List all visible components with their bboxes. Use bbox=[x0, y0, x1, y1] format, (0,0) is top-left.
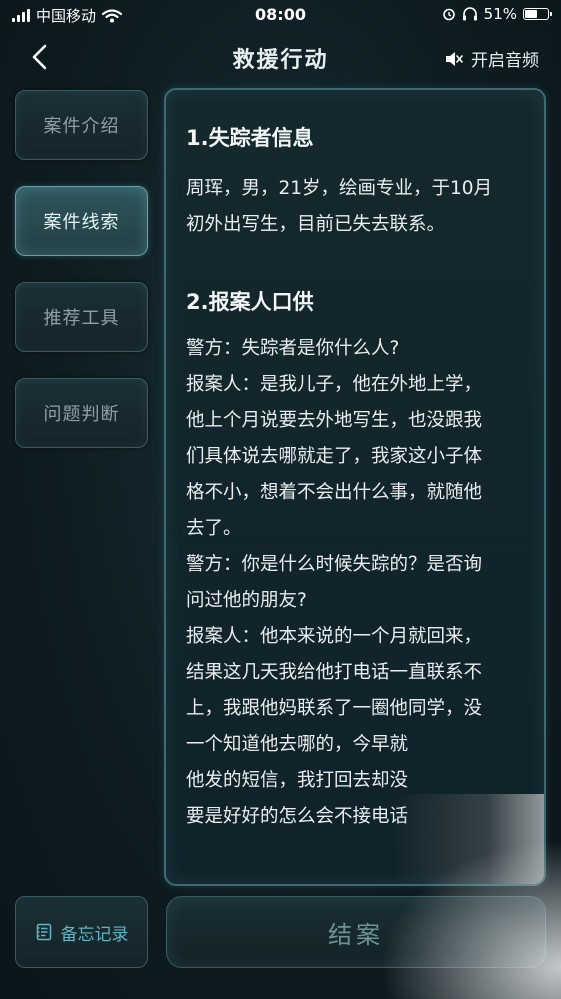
memo-label: 备忘记录 bbox=[60, 924, 129, 945]
close-case-label: 结案 bbox=[328, 920, 384, 949]
text-line: 警方：你是什么时候失踪的？是否询 bbox=[186, 554, 483, 575]
sidebar-item-case-clues[interactable]: 案件线索 bbox=[15, 186, 148, 256]
sidebar-item-question-judgment[interactable]: 问题判断 bbox=[15, 378, 148, 448]
status-bar: 中国移动 08:00 51% bbox=[0, 0, 561, 30]
audio-toggle-button[interactable]: 开启音频 bbox=[445, 46, 539, 71]
text-line: 报案人：他本来说的一个月就回来， bbox=[186, 626, 483, 647]
text-line: 他发的短信，我打回去却没 bbox=[186, 770, 409, 791]
text-line: 周珲，男，21岁，绘画专业，于10月 bbox=[186, 178, 493, 199]
sidebar-item-label: 推荐工具 bbox=[43, 308, 120, 329]
text-line: 要是好好的怎么会不接电话 bbox=[186, 806, 409, 827]
nav-bar: 救援行动 开启音频 bbox=[0, 30, 561, 86]
sidebar-item-label: 问题判断 bbox=[43, 404, 120, 425]
content-body: 1.失踪者信息 周珲，男，21岁，绘画专业，于10月 初外出写生，目前已失去联系… bbox=[186, 123, 526, 835]
sidebar-item-case-intro[interactable]: 案件介绍 bbox=[15, 90, 148, 160]
text-line: 结果这几天我给他打电话一直联系不 bbox=[186, 662, 483, 683]
close-case-button[interactable]: 结案 bbox=[166, 896, 546, 968]
speaker-muted-icon bbox=[446, 51, 463, 66]
text-line: 初外出写生，目前已失去联系。 bbox=[186, 214, 446, 235]
content-panel[interactable]: 1.失踪者信息 周珲，男，21岁，绘画专业，于10月 初外出写生，目前已失去联系… bbox=[164, 88, 546, 886]
sidebar-item-recommended-tools[interactable]: 推荐工具 bbox=[15, 282, 148, 352]
text-line: 去了。 bbox=[186, 518, 242, 539]
alarm-icon bbox=[442, 8, 455, 21]
text-line: 警方：失踪者是你什么人? bbox=[186, 338, 400, 359]
text-line: 们具体说去哪就走了，我家这小子体 bbox=[186, 446, 483, 467]
headphones-icon bbox=[462, 7, 477, 21]
text-line: 问过他的朋友? bbox=[186, 590, 307, 611]
memo-button[interactable]: 备忘记录 bbox=[15, 896, 148, 968]
battery-percent: 51% bbox=[483, 5, 517, 23]
text-line: 上，我跟他妈联系了一圈他同学，没 bbox=[186, 698, 483, 719]
text-line: 格不小，想着不会出什么事，就随他 bbox=[186, 482, 483, 503]
audio-toggle-label: 开启音频 bbox=[471, 51, 539, 71]
section-title-reporter-statement: 2.报案人口供 bbox=[186, 290, 314, 314]
text-line: 一个知道他去哪的，今早就 bbox=[186, 734, 409, 755]
sidebar-item-label: 案件线索 bbox=[43, 212, 120, 233]
text-line: 报案人：是我儿子，他在外地上学， bbox=[186, 374, 483, 395]
sidebar-item-label: 案件介绍 bbox=[43, 116, 120, 137]
text-line: 他上个月说要去外地写生，也没跟我 bbox=[186, 410, 483, 431]
status-right: 51% bbox=[442, 5, 552, 23]
battery-icon bbox=[523, 8, 552, 20]
section-title-missing-person: 1.失踪者信息 bbox=[186, 126, 314, 150]
notebook-icon bbox=[36, 923, 51, 941]
